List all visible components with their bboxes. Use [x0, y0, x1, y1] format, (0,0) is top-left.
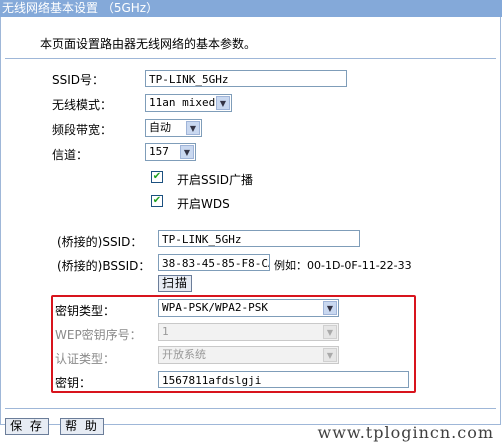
- bridged-bssid-input[interactable]: 38-83-45-85-F8-CA: [158, 254, 270, 271]
- ssid-broadcast-label: 开启SSID广播: [177, 173, 254, 187]
- channel-value: 157: [149, 145, 169, 158]
- auth-type-value: 开放系统: [162, 348, 206, 361]
- bssid-example: 例如：00-1D-0F-11-22-33: [274, 259, 412, 272]
- bridged-bssid-label: (桥接的)BSSID：: [57, 259, 151, 273]
- ssid-label: SSID号：: [52, 73, 105, 87]
- wep-index-select[interactable]: 1 ▼: [158, 323, 339, 341]
- key-type-select[interactable]: WPA-PSK/WPA2-PSK ▼: [158, 299, 339, 317]
- channel-label: 信道：: [52, 148, 89, 162]
- bandwidth-label: 频段带宽：: [52, 123, 113, 137]
- wireless-mode-label: 无线模式：: [52, 98, 113, 112]
- key-label: 密钥：: [55, 376, 92, 390]
- page-description: 本页面设置路由器无线网络的基本参数。: [40, 37, 257, 51]
- bridged-ssid-label: (桥接的)SSID：: [57, 235, 143, 249]
- bandwidth-value: 自动: [149, 121, 171, 134]
- chevron-down-icon[interactable]: ▼: [180, 145, 194, 159]
- auth-type-select[interactable]: 开放系统 ▼: [158, 346, 339, 364]
- chevron-down-icon[interactable]: ▼: [323, 325, 337, 339]
- bandwidth-select[interactable]: 自动 ▼: [145, 119, 202, 137]
- key-type-value: WPA-PSK/WPA2-PSK: [162, 301, 268, 314]
- check-icon: ✔: [152, 195, 162, 206]
- save-button[interactable]: 保 存: [5, 418, 49, 435]
- help-button[interactable]: 帮 助: [60, 418, 104, 435]
- check-icon: ✔: [152, 171, 162, 182]
- key-type-label: 密钥类型：: [55, 304, 116, 318]
- site-watermark: www.tplogincn.com: [317, 423, 494, 442]
- bridged-ssid-input[interactable]: TP-LINK_5GHz: [158, 230, 360, 247]
- wep-index-value: 1: [162, 325, 169, 338]
- key-input[interactable]: 1567811afdslgji: [158, 371, 409, 388]
- channel-select[interactable]: 157 ▼: [145, 143, 196, 161]
- auth-type-label: 认证类型：: [55, 352, 116, 366]
- wep-index-label: WEP密钥序号：: [55, 328, 142, 342]
- scan-button[interactable]: 扫描: [158, 275, 192, 292]
- chevron-down-icon[interactable]: ▼: [323, 348, 337, 362]
- bottom-divider: [5, 408, 496, 409]
- wireless-mode-select[interactable]: 11an mixed ▼: [145, 94, 232, 112]
- wireless-mode-value: 11an mixed: [149, 96, 216, 109]
- ssid-input[interactable]: TP-LINK_5GHz: [145, 70, 347, 87]
- window-title: 无线网络基本设置 （5GHz）: [0, 0, 502, 17]
- wds-checkbox[interactable]: ✔: [151, 195, 163, 207]
- chevron-down-icon[interactable]: ▼: [216, 96, 230, 110]
- chevron-down-icon[interactable]: ▼: [186, 121, 200, 135]
- ssid-broadcast-checkbox[interactable]: ✔: [151, 171, 163, 183]
- wds-label: 开启WDS: [177, 197, 230, 211]
- chevron-down-icon[interactable]: ▼: [323, 301, 337, 315]
- top-divider: [5, 58, 496, 59]
